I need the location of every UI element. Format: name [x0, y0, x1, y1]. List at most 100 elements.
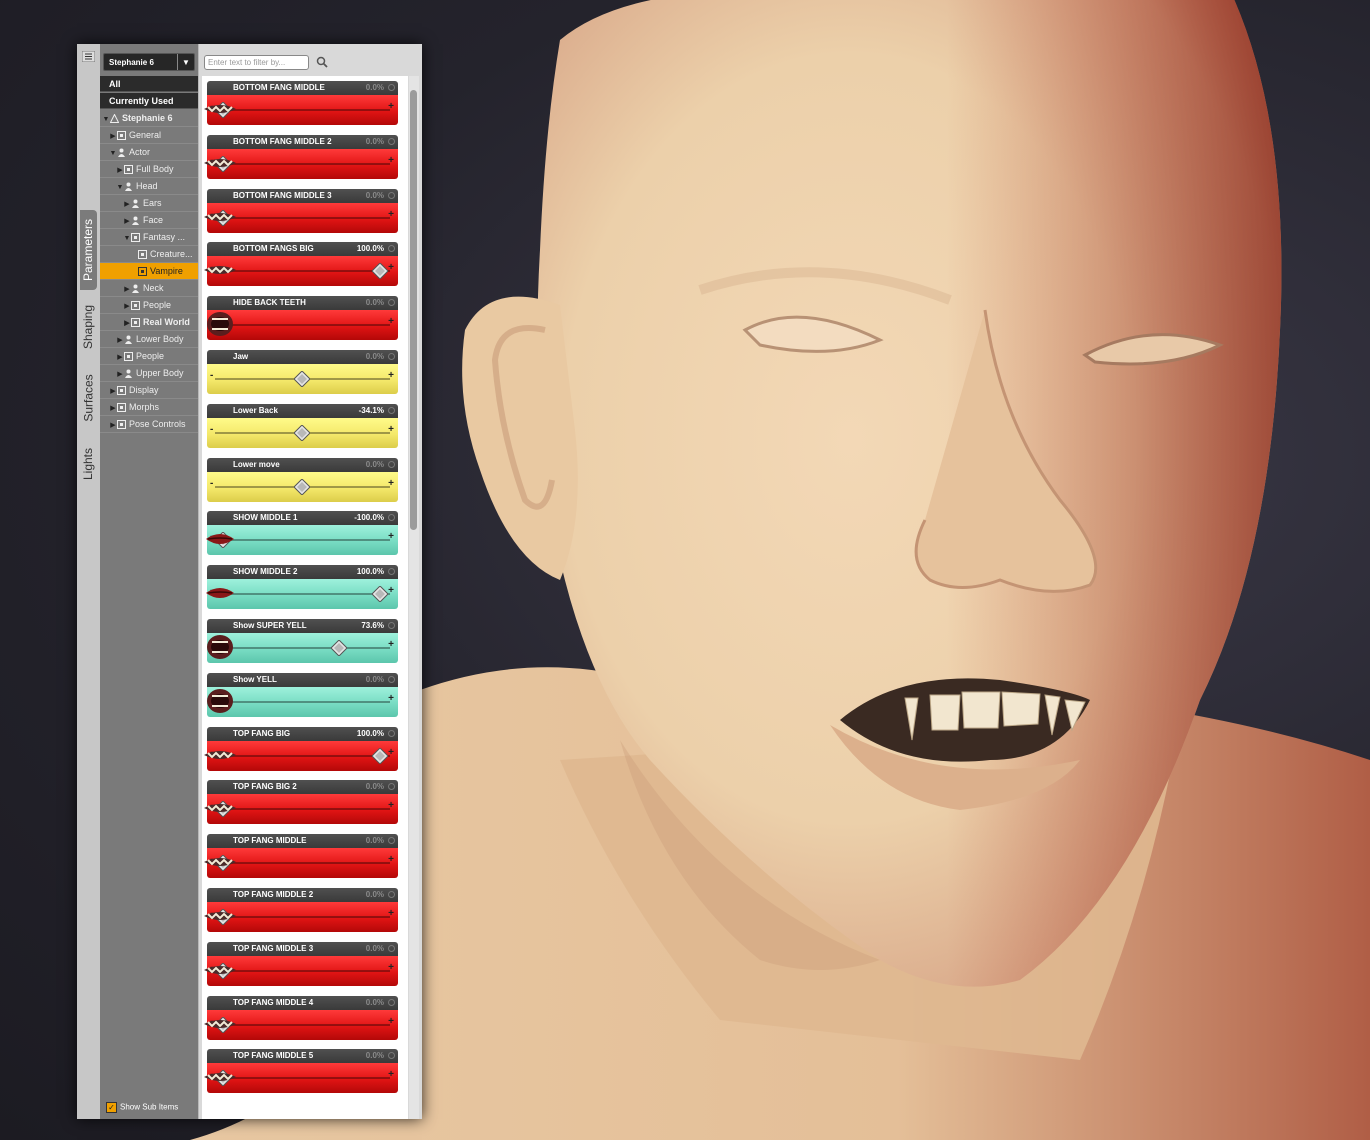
slider-hide-back-teeth[interactable]: HIDE BACK TEETH0.0%-+ — [207, 296, 398, 341]
slider-bottom-fang-middle-3[interactable]: BOTTOM FANG MIDDLE 30.0%-+ — [204, 188, 398, 233]
slider-track[interactable] — [215, 1023, 390, 1026]
tree-item-creature[interactable]: Creature... — [100, 246, 198, 263]
tab-shaping[interactable]: Shaping — [80, 296, 97, 358]
keyframe-dot-icon[interactable] — [388, 837, 395, 845]
expand-right-icon[interactable]: ▶ — [116, 349, 124, 364]
slider-value[interactable]: 0.0% — [366, 81, 384, 95]
expand-right-icon[interactable]: ▶ — [123, 315, 131, 330]
slider-track-area[interactable]: -+ — [207, 364, 398, 394]
tree-item-full-body[interactable]: ▶ Full Body — [100, 161, 198, 178]
tree-item-display[interactable]: ▶ Display — [100, 382, 198, 399]
slider-track[interactable] — [215, 1077, 390, 1080]
slider-value[interactable]: 0.0% — [366, 888, 384, 902]
slider-value[interactable]: 0.0% — [366, 135, 384, 149]
slider-track[interactable] — [215, 270, 390, 273]
slider-lower-move[interactable]: Lower move 0.0% - + — [207, 457, 398, 502]
slider-track[interactable] — [215, 109, 390, 111]
slider-top-fang-big-2[interactable]: TOP FANG BIG 20.0%-+ — [204, 780, 398, 825]
slider-track-area[interactable]: -+ — [207, 471, 398, 502]
slider-value[interactable]: 0.0% — [366, 1049, 384, 1063]
scrollbar-thumb[interactable] — [410, 90, 417, 530]
pane-menu-icon[interactable] — [82, 51, 95, 62]
expand-right-icon[interactable]: ▶ — [109, 128, 117, 143]
slider-top-fang-middle-5[interactable]: TOP FANG MIDDLE 50.0%-+ — [204, 1049, 398, 1094]
tree-item-lower-body[interactable]: ▶ Lower Body — [100, 331, 198, 348]
increment-icon[interactable]: + — [388, 693, 394, 704]
tree-item-head[interactable]: ▼ Head — [100, 178, 198, 195]
scrollbar[interactable] — [409, 76, 419, 1119]
slider-value[interactable]: 73.6% — [361, 619, 384, 633]
increment-icon[interactable]: + — [388, 908, 394, 919]
slider-track[interactable] — [215, 216, 390, 219]
expand-right-icon[interactable]: ▶ — [109, 383, 117, 398]
expand-right-icon[interactable]: ▶ — [116, 332, 124, 347]
increment-icon[interactable]: + — [388, 424, 394, 435]
slider-show-yell[interactable]: Show YELL0.0%-+ — [207, 672, 398, 717]
slider-knob[interactable] — [372, 263, 388, 280]
slider-knob[interactable] — [293, 478, 310, 495]
keyframe-dot-icon[interactable] — [388, 84, 395, 91]
expand-right-icon[interactable]: ▶ — [116, 366, 124, 381]
slider-value[interactable]: -100.0% — [354, 511, 384, 525]
increment-icon[interactable]: + — [388, 101, 394, 112]
slider-value[interactable]: 0.0% — [366, 996, 384, 1010]
tree-item-actor[interactable]: ▼ Actor — [100, 144, 198, 161]
expand-down-icon[interactable]: ▼ — [123, 230, 131, 245]
slider-track[interactable] — [215, 916, 390, 918]
expand-right-icon[interactable]: ▶ — [123, 196, 131, 211]
keyframe-dot-icon[interactable] — [388, 460, 395, 468]
increment-icon[interactable]: + — [388, 1069, 394, 1080]
increment-icon[interactable]: + — [388, 478, 394, 489]
slider-show-middle-1[interactable]: SHOW MIDDLE 1-100.0%-+ — [206, 511, 398, 556]
expand-down-icon[interactable]: ▼ — [102, 111, 110, 126]
slider-knob[interactable] — [293, 371, 310, 387]
tree-item-upper-body[interactable]: ▶ Upper Body — [100, 365, 198, 382]
slider-show-middle-2[interactable]: SHOW MIDDLE 2100.0%-+ — [206, 565, 398, 610]
slider-track[interactable] — [215, 647, 390, 649]
keyframe-dot-icon[interactable] — [388, 353, 395, 360]
slider-track[interactable] — [215, 700, 390, 703]
tree-item-vampire[interactable]: Vampire — [100, 263, 198, 280]
decrement-icon[interactable]: - — [210, 370, 213, 381]
expand-right-icon[interactable]: ▶ — [123, 213, 131, 228]
keyframe-dot-icon[interactable] — [388, 729, 395, 737]
expand-down-icon[interactable]: ▼ — [116, 179, 124, 194]
tree-item-people[interactable]: ▶ People — [100, 297, 198, 314]
increment-icon[interactable]: + — [388, 155, 394, 166]
chevron-down-icon[interactable]: ▼ — [177, 54, 194, 70]
slider-top-fang-middle-3[interactable]: TOP FANG MIDDLE 30.0%-+ — [204, 941, 398, 986]
expand-right-icon[interactable]: ▶ — [109, 417, 117, 432]
slider-track-area[interactable]: -+ — [207, 417, 398, 448]
slider-value[interactable]: 0.0% — [366, 942, 384, 956]
slider-track[interactable] — [215, 969, 390, 972]
increment-icon[interactable]: + — [388, 370, 394, 381]
increment-icon[interactable]: + — [388, 800, 394, 811]
slider-bottom-fangs-big[interactable]: BOTTOM FANGS BIG100.0%-+ — [204, 242, 398, 287]
category-currently-used[interactable]: Currently Used — [100, 93, 198, 109]
tree-item-fantasy[interactable]: ▼ Fantasy ... — [100, 229, 198, 246]
keyframe-dot-icon[interactable] — [388, 944, 395, 952]
keyframe-dot-icon[interactable] — [388, 1052, 395, 1060]
decrement-icon[interactable]: - — [210, 424, 213, 435]
tree-item-people[interactable]: ▶ People — [100, 348, 198, 365]
decrement-icon[interactable]: - — [210, 478, 213, 489]
slider-lower-back[interactable]: Lower Back -34.1% - + — [207, 403, 398, 448]
slider-value[interactable]: 100.0% — [357, 242, 384, 256]
slider-top-fang-middle-4[interactable]: TOP FANG MIDDLE 40.0%-+ — [204, 995, 398, 1040]
increment-icon[interactable]: + — [388, 747, 394, 758]
increment-icon[interactable]: + — [388, 1016, 394, 1027]
slider-top-fang-middle-2[interactable]: TOP FANG MIDDLE 20.0%-+ — [204, 888, 398, 932]
category-all[interactable]: All — [100, 76, 198, 92]
tree-item-ears[interactable]: ▶ Ears — [100, 195, 198, 212]
expand-down-icon[interactable]: ▼ — [109, 145, 117, 160]
expand-right-icon[interactable]: ▶ — [109, 400, 117, 415]
slider-track[interactable] — [215, 162, 390, 165]
slider-knob[interactable] — [293, 424, 310, 441]
keyframe-dot-icon[interactable] — [388, 514, 395, 522]
slider-track[interactable] — [215, 754, 390, 757]
show-sub-items-checkbox[interactable]: ✓ Show Sub Items — [106, 1102, 178, 1113]
tree-item-neck[interactable]: ▶ Neck — [100, 280, 198, 297]
increment-icon[interactable]: + — [388, 209, 394, 220]
slider-track[interactable] — [215, 324, 390, 327]
slider-track[interactable] — [215, 808, 390, 811]
